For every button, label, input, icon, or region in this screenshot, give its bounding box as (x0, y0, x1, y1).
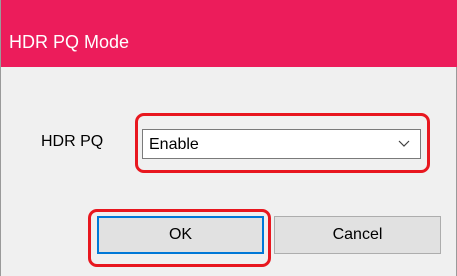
chevron-down-icon (398, 140, 410, 147)
ok-button[interactable]: OK (97, 216, 264, 254)
title-bar[interactable]: HDR PQ Mode (1, 0, 457, 67)
window-title: HDR PQ Mode (9, 32, 130, 52)
hdr-pq-selected-value: Enable (149, 136, 199, 153)
cancel-button[interactable]: Cancel (274, 216, 441, 254)
hdr-pq-dialog: HDR PQ Mode HDR PQ Enable OK Cancel (0, 0, 457, 276)
hdr-pq-select[interactable]: Enable (142, 129, 421, 159)
hdr-pq-label: HDR PQ (41, 133, 104, 150)
